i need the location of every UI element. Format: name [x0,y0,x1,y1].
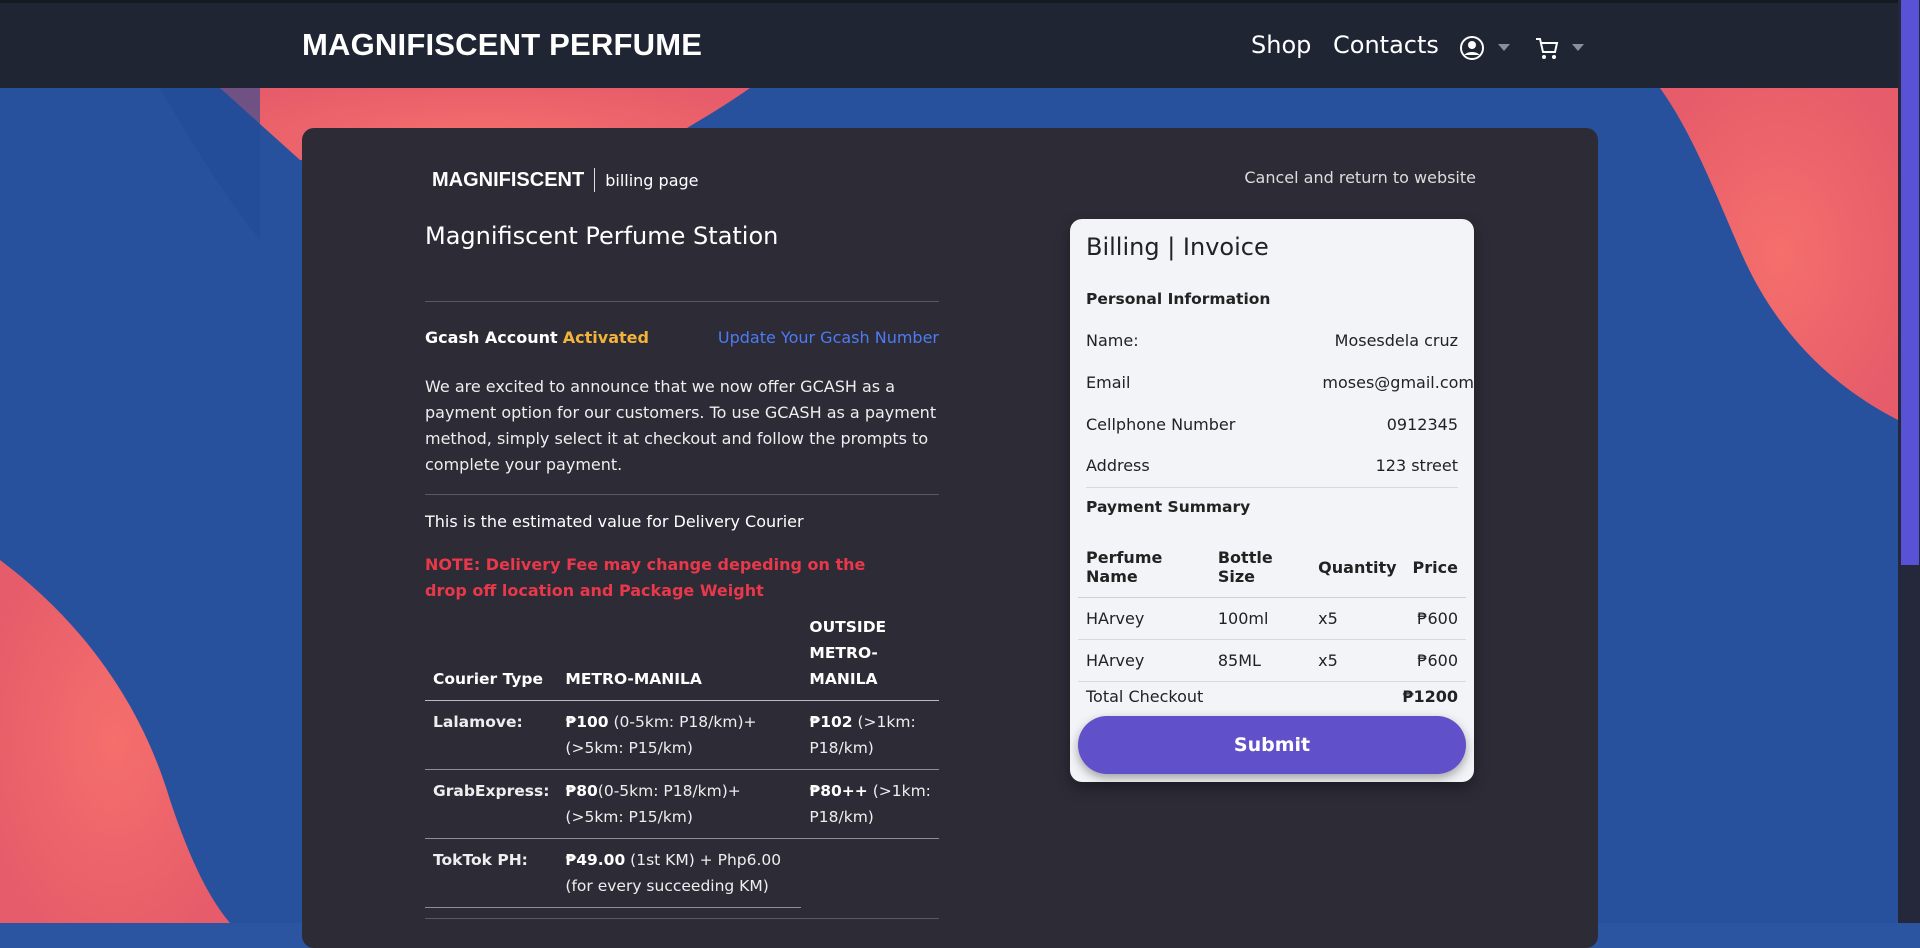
name-value: Mosesdela cruz [1334,331,1458,350]
address-value: 123 street [1375,456,1458,475]
address-label: Address [1086,456,1150,475]
billing-logo: MAGNIFISCENT billing page [432,168,699,192]
perfume-name: HArvey [1078,597,1210,640]
quantity: x5 [1310,597,1405,640]
gcash-label: Gcash Account [425,328,558,347]
courier-toktok[interactable]: TokTok PH: [425,838,558,908]
submit-button[interactable]: Submit [1078,716,1466,774]
metro-rate-amount: ₱80 [565,782,598,800]
gcash-status-badge: Activated [562,328,649,347]
outside-rate [801,839,939,908]
billing-panel: MAGNIFISCENT billing page Cancel and ret… [302,128,1598,948]
metro-rate-amount: ₱49.00 [565,851,626,869]
table-row: TokTok PH: ₱49.00 (1st KM) + Php6.00 (fo… [425,838,939,908]
divider [425,494,939,495]
perfume-name: HArvey [1078,639,1210,682]
page-scrollbar[interactable] [1898,0,1920,923]
logo-main-text: MAGNIFISCENT [432,168,585,191]
logo-separator [594,168,596,192]
quantity: x5 [1310,639,1405,682]
user-dropdown-caret-icon[interactable] [1498,44,1510,51]
nav-shop-link[interactable]: Shop [1251,31,1311,59]
courier-table: Courier Type METRO-MANILA OUTSIDE METRO-… [425,606,939,908]
bottle-size: 85ML [1209,639,1311,682]
courier-table-header: Courier Type METRO-MANILA OUTSIDE METRO-… [425,606,939,701]
estimate-text: This is the estimated value for Delivery… [425,512,804,531]
phone-row: Cellphone Number 0912345 [1086,415,1458,434]
price: ₱600 [1404,639,1466,682]
cancel-return-link[interactable]: Cancel and return to website [1244,168,1476,187]
email-label: Email [1086,373,1131,392]
cart-dropdown-caret-icon[interactable] [1572,44,1584,51]
name-label: Name: [1086,331,1139,350]
logo-sub-text: billing page [605,170,699,190]
gcash-account-row: Gcash Account Activated Update Your Gcas… [425,328,939,347]
brand-logo[interactable]: MAGNIFISCENT PERFUME [302,27,702,63]
price: ₱600 [1404,597,1466,640]
total-value: ₱1200 [1402,687,1458,706]
col-bottle-size: Bottle Size [1209,537,1311,598]
delivery-fee-note: NOTE: Delivery Fee may change depeding o… [425,555,866,600]
cart-icon[interactable] [1534,35,1560,65]
metro-rate: ₱100 (0-5km: P18/km)+ (>5km: P15/km) [557,700,802,770]
outside-rate-amount: ₱102 [809,713,853,731]
email-value: moses@gmail.com [1322,373,1474,392]
gcash-announcement: We are excited to announce that we now o… [425,377,937,474]
total-checkout-row: Total Checkout ₱1200 [1086,687,1458,706]
user-circle-icon[interactable] [1459,35,1485,65]
table-row: Lalamove: ₱100 (0-5km: P18/km)+ (>5km: P… [425,700,939,770]
address-row: Address 123 street [1086,456,1458,475]
outside-rate: ₱102 (>1km: P18/km) [801,700,939,770]
phone-value: 0912345 [1386,415,1458,434]
outside-rate: ₱80++ (>1km: P18/km) [801,769,939,839]
payment-table: Perfume Name Bottle Size Quantity Price … [1078,537,1466,682]
outside-rate-amount: ₱80++ [809,782,868,800]
email-row: Email moses@gmail.com [1086,373,1474,392]
personal-info-heading: Personal Information [1086,290,1271,308]
station-title: Magnifiscent Perfume Station [425,222,779,250]
courier-lalamove[interactable]: Lalamove: [425,700,558,770]
table-row: HArvey 100ml x5 ₱600 [1078,597,1466,640]
bottle-size: 100ml [1209,597,1311,640]
metro-rate-amount: ₱100 [565,713,609,731]
divider [425,918,939,919]
table-row: HArvey 85ML x5 ₱600 [1078,639,1466,682]
phone-label: Cellphone Number [1086,415,1236,434]
metro-rate: ₱80(0-5km: P18/km)+(>5km: P15/km) [557,769,802,839]
metro-rate: ₱49.00 (1st KM) + Php6.00 (for every suc… [557,838,802,908]
col-metro-manila: METRO-MANILA [557,606,802,701]
table-row: GrabExpress: ₱80(0-5km: P18/km)+(>5km: P… [425,769,939,839]
name-row: Name: Mosesdela cruz [1086,331,1458,350]
nav-contacts-link[interactable]: Contacts [1333,31,1439,59]
payment-table-header: Perfume Name Bottle Size Quantity Price [1078,537,1466,598]
invoice-card: Billing | Invoice Personal Information N… [1070,219,1474,782]
total-label: Total Checkout [1086,687,1204,706]
courier-grabexpress: GrabExpress: [425,769,558,839]
divider [425,301,939,302]
col-perfume-name: Perfume Name [1078,537,1210,598]
col-quantity: Quantity [1310,537,1405,598]
update-gcash-link[interactable]: Update Your Gcash Number [718,328,939,347]
col-outside-metro-manila: OUTSIDE METRO-MANILA [801,606,939,701]
top-navbar: MAGNIFISCENT PERFUME Shop Contacts [0,0,1898,88]
scrollbar-thumb[interactable] [1901,0,1919,565]
payment-summary-heading: Payment Summary [1086,498,1251,516]
col-courier-type: Courier Type [425,606,558,701]
invoice-title: Billing | Invoice [1086,233,1269,261]
divider [1086,487,1458,488]
col-price: Price [1404,537,1466,598]
